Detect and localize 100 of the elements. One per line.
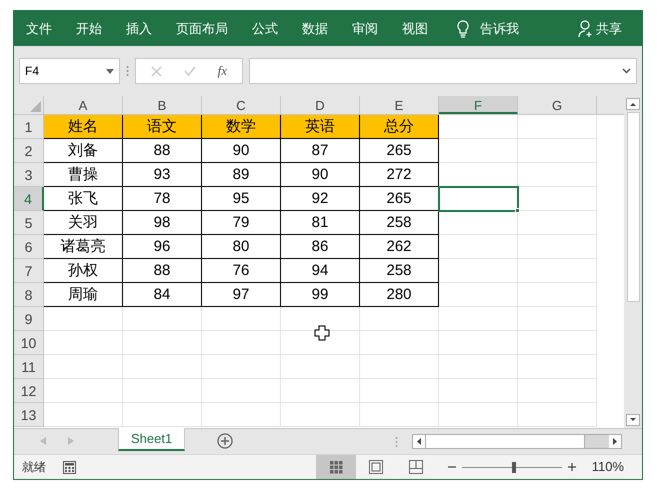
scroll-right-icon[interactable] (609, 435, 621, 448)
table-cell: 99 (281, 283, 360, 307)
table-cell: 95 (202, 187, 281, 211)
sheet-tab[interactable]: Sheet1 (118, 428, 186, 451)
tell-me-button[interactable]: 告诉我 (480, 18, 519, 38)
table-cell: 94 (281, 259, 360, 283)
row-header[interactable]: 9 (14, 307, 44, 331)
table-cell: 90 (281, 163, 360, 187)
column-header[interactable]: G (518, 96, 597, 114)
table-cell: 诸葛亮 (44, 235, 123, 259)
table-cell: 数学 (202, 115, 281, 139)
row-header[interactable]: 13 (14, 403, 44, 427)
ribbon-tab[interactable]: 视图 (402, 18, 428, 38)
column-header[interactable]: F (439, 96, 518, 114)
ribbon-tab[interactable]: 插入 (126, 18, 152, 38)
table-cell: 孙权 (44, 259, 123, 283)
table-cell: 周瑜 (44, 283, 123, 307)
row-header[interactable]: 5 (14, 211, 44, 235)
table-cell: 79 (202, 211, 281, 235)
table-cell: 88 (123, 259, 202, 283)
status-text: 就绪 (22, 459, 46, 476)
table-cell: 80 (202, 235, 281, 259)
table-cell: 262 (360, 235, 439, 259)
row-header[interactable]: 8 (14, 283, 44, 307)
expand-icon (622, 68, 631, 74)
table-cell: 265 (360, 187, 439, 211)
table-cell: 89 (202, 163, 281, 187)
page-icon (368, 459, 384, 475)
ribbon-tab[interactable]: 页面布局 (176, 18, 228, 38)
vertical-scrollbar[interactable] (624, 96, 642, 428)
scroll-thumb[interactable] (425, 435, 585, 448)
table-cell: 280 (360, 283, 439, 307)
table-cell: 姓名 (44, 115, 123, 139)
name-box[interactable]: F4 (19, 58, 120, 84)
row-header[interactable]: 7 (14, 259, 44, 283)
view-button[interactable] (316, 455, 356, 479)
table-cell: 87 (281, 139, 360, 163)
row-header[interactable]: 11 (14, 355, 44, 379)
ribbon-tab[interactable]: 公式 (252, 18, 278, 38)
grip-icon (126, 65, 129, 77)
table-cell: 84 (123, 283, 202, 307)
column-header[interactable]: B (123, 96, 202, 114)
table-cell: 关羽 (44, 211, 123, 235)
column-header[interactable]: C (202, 96, 281, 114)
ribbon-tab[interactable]: 审阅 (352, 18, 378, 38)
table-cell: 265 (360, 139, 439, 163)
person-add-icon (578, 20, 594, 38)
row-header[interactable]: 12 (14, 379, 44, 403)
table-cell: 81 (281, 211, 360, 235)
corner-triangle-icon (30, 101, 41, 112)
table-cell: 刘备 (44, 139, 123, 163)
table-cell: 英语 (281, 115, 360, 139)
row-header[interactable]: 1 (14, 115, 44, 139)
row-header[interactable]: 2 (14, 139, 44, 163)
table-cell: 76 (202, 259, 281, 283)
table-cell: 88 (123, 139, 202, 163)
scroll-up-icon[interactable] (626, 98, 640, 110)
column-header[interactable]: A (44, 96, 123, 114)
zoom-thumb[interactable] (512, 462, 516, 472)
row-header[interactable]: 3 (14, 163, 44, 187)
table-cell: 272 (360, 163, 439, 187)
table-cell: 92 (281, 187, 360, 211)
ribbon-tab[interactable]: 开始 (76, 18, 102, 38)
lightbulb-icon (456, 20, 470, 38)
table-cell: 86 (281, 235, 360, 259)
fill-handle[interactable] (515, 208, 520, 213)
scroll-down-icon[interactable] (626, 414, 640, 426)
formula-input[interactable] (249, 58, 637, 84)
table-cell: 98 (123, 211, 202, 235)
table-cell: 258 (360, 211, 439, 235)
grid-icon (328, 460, 343, 474)
zoom-slider[interactable] (462, 461, 562, 473)
table-cell: 90 (202, 139, 281, 163)
row-header[interactable]: 4 (14, 187, 44, 211)
table-cell: 97 (202, 283, 281, 307)
table-cell: 张飞 (44, 187, 123, 211)
scroll-thumb[interactable] (626, 112, 640, 302)
table-cell: 曹操 (44, 163, 123, 187)
cursor-icon (314, 325, 330, 341)
table-cell: 93 (123, 163, 202, 187)
column-header[interactable]: D (281, 96, 360, 114)
table-cell: 96 (123, 235, 202, 259)
checkmark-icon[interactable] (184, 66, 196, 76)
row-header[interactable]: 10 (14, 331, 44, 355)
zoom-level[interactable]: 110% (592, 457, 624, 477)
table-cell: 总分 (360, 115, 439, 139)
page-break-icon (408, 459, 424, 475)
zoom-in-icon[interactable] (568, 463, 576, 471)
row-header[interactable]: 6 (14, 235, 44, 259)
insert-function-button[interactable]: fx (218, 61, 228, 81)
dropdown-arrow-icon (106, 68, 114, 74)
ribbon-tab[interactable]: 数据 (302, 18, 328, 38)
table-cell: 258 (360, 259, 439, 283)
calculator-icon[interactable] (63, 460, 76, 474)
share-button[interactable]: 共享 (596, 18, 622, 38)
horizontal-scrollbar[interactable] (412, 434, 622, 449)
add-sheet-icon[interactable] (217, 433, 234, 449)
table-cell: 语文 (123, 115, 202, 139)
scroll-left-icon[interactable] (413, 435, 425, 448)
ribbon-tab[interactable]: 文件 (26, 18, 52, 38)
